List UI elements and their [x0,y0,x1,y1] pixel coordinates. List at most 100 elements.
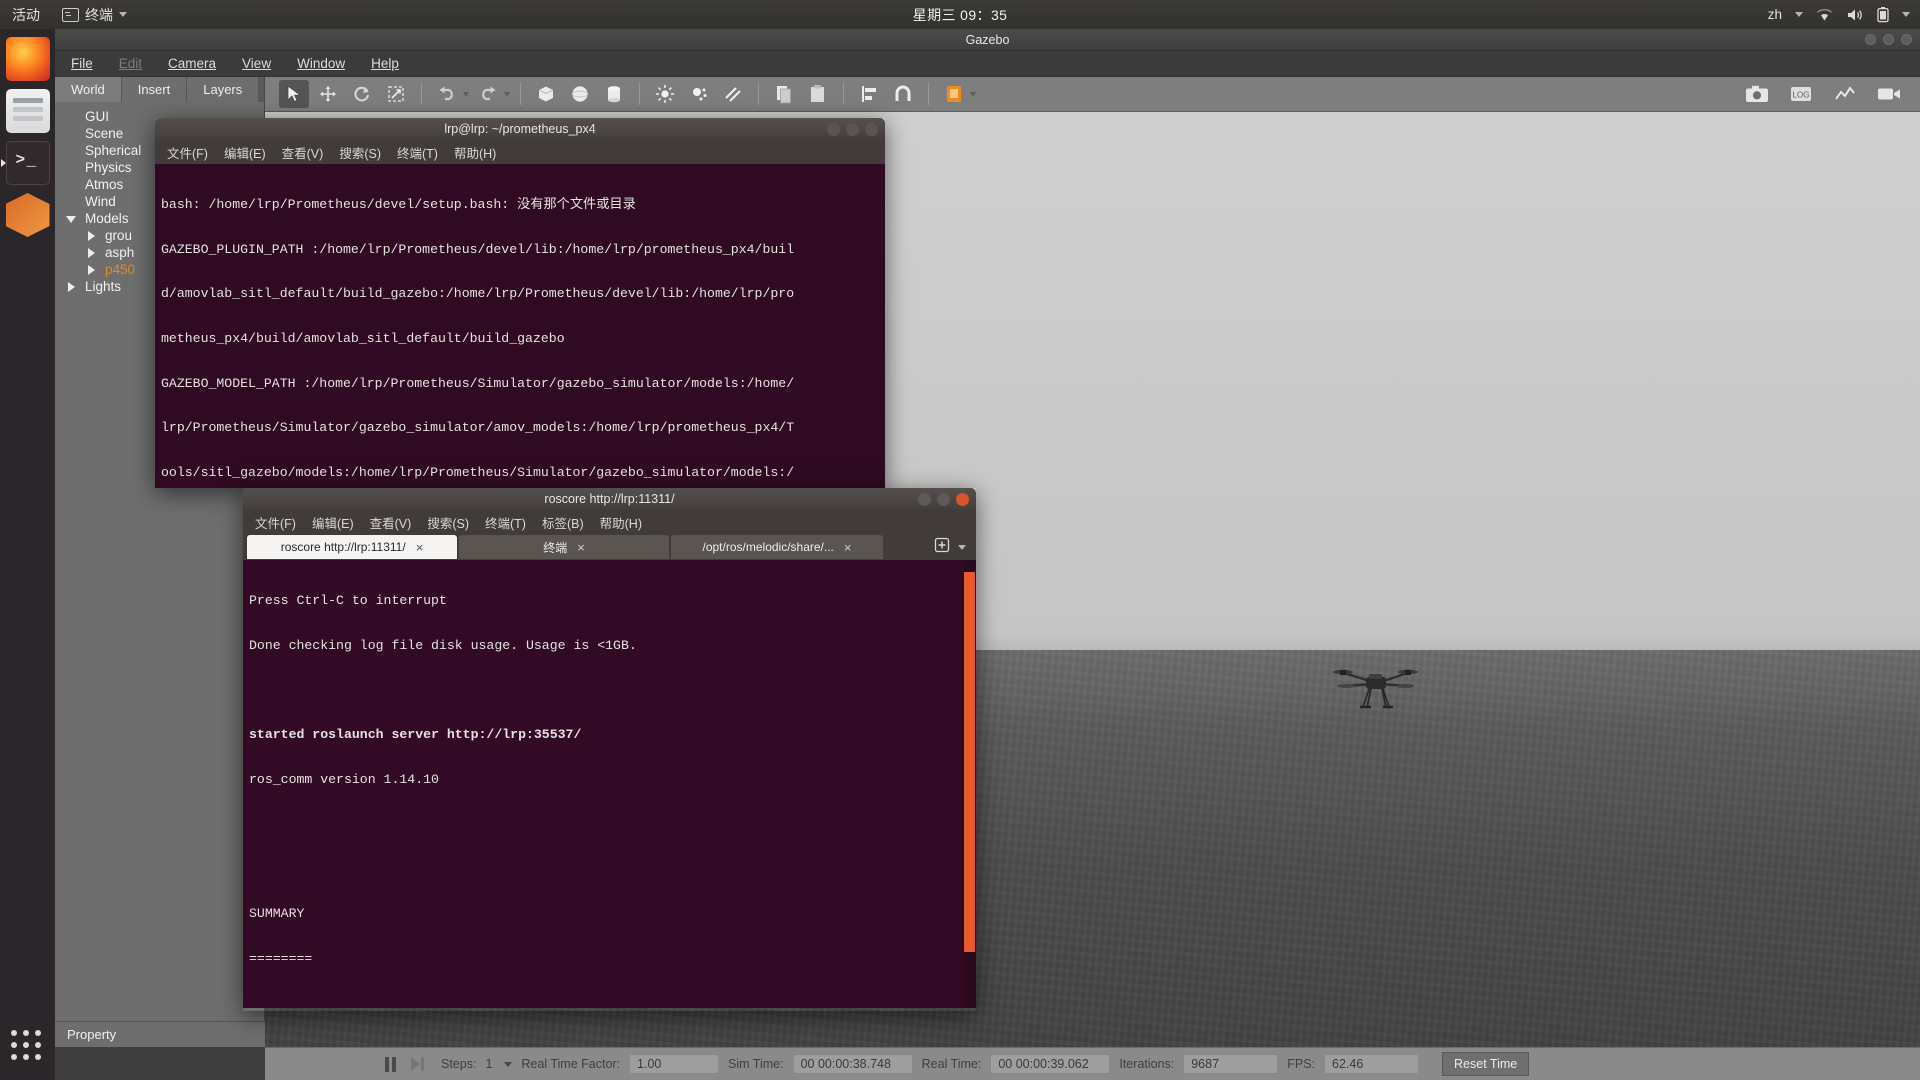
volume-icon[interactable] [1846,8,1864,22]
select-mode-icon[interactable] [279,80,309,108]
directional-light-icon[interactable] [718,80,748,108]
translate-mode-icon[interactable] [313,80,343,108]
minimize-button[interactable] [918,492,931,506]
p450-drone-model[interactable] [1333,662,1418,714]
chevron-right-icon[interactable] [68,282,75,292]
terminal2-tabbar: roscore http://lrp:11311/ × 终端 × /opt/ro… [243,534,976,560]
terminal-window-prometheus[interactable]: lrp@lrp: ~/prometheus_px4 文件(F) 编辑(E) 查看… [155,118,885,488]
language-indicator[interactable]: zh [1768,7,1782,22]
minimize-button[interactable] [1865,34,1876,45]
tab-world[interactable]: World [55,77,122,102]
menu-help[interactable]: Help [371,56,399,71]
real-time-value: 00 00:00:39.062 [990,1054,1111,1074]
change-view-icon[interactable] [939,80,969,108]
gazebo-icon[interactable] [5,193,50,237]
copy-icon[interactable] [769,80,799,108]
insert-cylinder-icon[interactable] [599,80,629,108]
insert-sphere-icon[interactable] [565,80,595,108]
menu-window[interactable]: Window [297,56,345,71]
undo-icon[interactable] [432,80,462,108]
gazebo-titlebar: Gazebo [55,29,1920,51]
chevron-down-icon[interactable] [970,91,976,97]
chevron-down-icon[interactable] [1902,12,1910,17]
app-menu-button[interactable]: 终端 [62,5,127,25]
menu-view[interactable]: View [242,56,271,71]
terminal1-screen[interactable]: bash: /home/lrp/Prometheus/devel/setup.b… [155,164,885,488]
maximize-button[interactable] [846,122,859,136]
tab-opt-ros-share[interactable]: /opt/ros/melodic/share/... × [671,535,883,559]
chevron-down-icon[interactable] [504,91,510,97]
menu-help[interactable]: 帮助(H) [454,143,496,162]
close-icon[interactable]: × [844,540,852,555]
menu-search[interactable]: 搜索(S) [427,513,469,532]
menu-terminal[interactable]: 终端(T) [485,513,526,532]
close-button[interactable] [1901,34,1912,45]
clock[interactable]: 星期三 09：35 [913,5,1008,25]
menu-camera[interactable]: Camera [168,56,216,71]
menu-file[interactable]: File [71,56,93,71]
terminal2-scrollbar[interactable] [963,560,976,1008]
terminal2-titlebar: roscore http://lrp:11311/ [243,488,976,510]
terminal-window-roscore[interactable]: roscore http://lrp:11311/ 文件(F) 编辑(E) 查看… [243,488,976,1011]
chevron-down-icon[interactable] [1795,12,1803,17]
close-icon[interactable]: × [416,540,424,555]
chevron-right-icon[interactable] [88,231,95,241]
screenshot-icon[interactable] [1742,80,1772,108]
maximize-button[interactable] [1883,34,1894,45]
pause-button[interactable] [385,1056,396,1072]
spot-light-icon[interactable] [684,80,714,108]
menu-search[interactable]: 搜索(S) [339,143,381,162]
steps-value[interactable]: 1 [485,1057,492,1071]
chevron-down-icon[interactable] [463,91,469,97]
tab-insert[interactable]: Insert [121,77,188,102]
scrollbar-thumb[interactable] [964,572,975,952]
menu-file[interactable]: 文件(F) [167,143,208,162]
menu-terminal[interactable]: 终端(T) [397,143,438,162]
files-icon[interactable] [5,89,50,133]
close-button[interactable] [865,122,878,136]
menu-tabs[interactable]: 标签(B) [542,513,584,532]
align-icon[interactable] [854,80,884,108]
tab-roscore[interactable]: roscore http://lrp:11311/ × [247,535,457,559]
tab-layers[interactable]: Layers [187,77,260,102]
tab-terminal[interactable]: 终端 × [459,535,669,559]
menu-edit[interactable]: 编辑(E) [224,143,266,162]
log-record-icon[interactable]: LOG [1786,80,1816,108]
maximize-button[interactable] [937,492,950,506]
firefox-icon[interactable] [5,37,50,81]
step-forward-button[interactable] [411,1057,424,1071]
menu-file[interactable]: 文件(F) [255,513,296,532]
chevron-down-icon[interactable] [66,216,76,223]
menu-view[interactable]: 查看(V) [370,513,412,532]
activities-button[interactable]: 活动 [12,5,40,25]
new-tab-icon[interactable] [934,537,950,558]
insert-box-icon[interactable] [531,80,561,108]
terminal2-screen[interactable]: Press Ctrl-C to interrupt Done checking … [243,560,976,1008]
chevron-down-icon[interactable] [958,544,966,550]
chevron-down-icon[interactable] [504,1061,513,1067]
scale-mode-icon[interactable] [381,80,411,108]
terminal2-title: roscore http://lrp:11311/ [544,492,675,506]
rotate-mode-icon[interactable] [347,80,377,108]
plot-icon[interactable] [1830,80,1860,108]
paste-icon[interactable] [803,80,833,108]
menu-help[interactable]: 帮助(H) [600,513,642,532]
close-icon[interactable]: × [577,540,585,555]
reset-time-button[interactable]: Reset Time [1442,1052,1530,1076]
point-light-icon[interactable] [650,80,680,108]
sim-time-value: 00 00:00:38.748 [792,1054,913,1074]
snap-icon[interactable] [888,80,918,108]
menu-edit[interactable]: 编辑(E) [312,513,354,532]
video-record-icon[interactable] [1874,80,1904,108]
terminal-icon[interactable] [0,141,50,185]
battery-icon[interactable] [1877,6,1889,23]
minimize-button[interactable] [827,122,840,136]
network-wifi-icon[interactable] [1816,8,1833,22]
chevron-right-icon[interactable] [88,248,95,258]
chevron-right-icon[interactable] [88,265,95,275]
redo-icon[interactable] [473,80,503,108]
menu-view[interactable]: 查看(V) [282,143,324,162]
property-label: Property [67,1027,117,1042]
close-button[interactable] [956,492,969,506]
show-applications-icon[interactable] [11,1030,43,1062]
